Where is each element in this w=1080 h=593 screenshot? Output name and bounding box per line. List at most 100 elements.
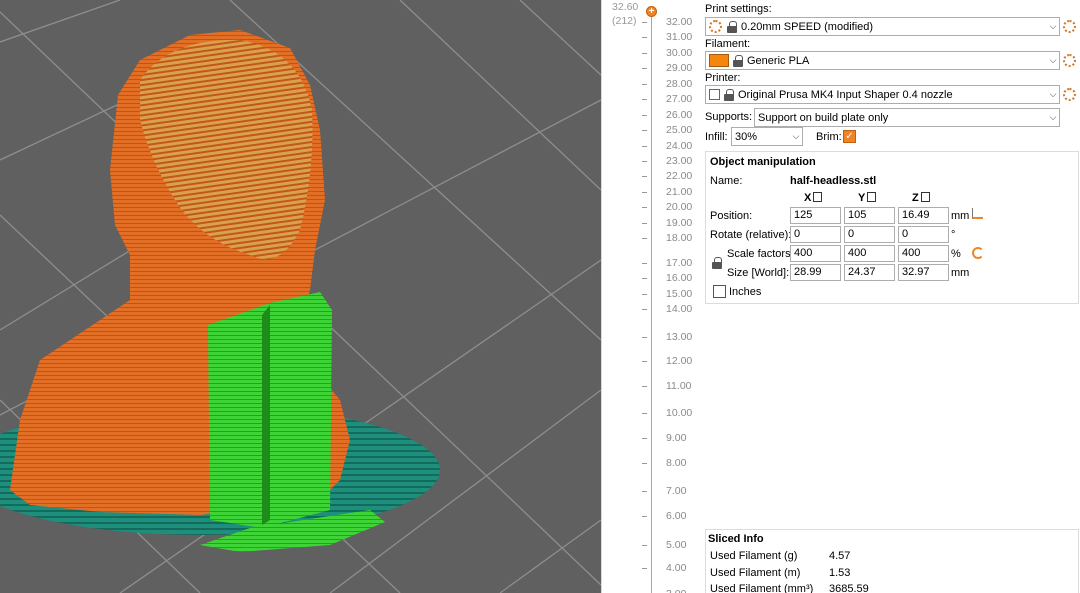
rotate-x-input[interactable]: 0 (790, 226, 841, 243)
slider-tick-mark (642, 130, 647, 131)
print-settings-select[interactable]: 0.20mm SPEED (modified) ⌵ (705, 17, 1060, 36)
print-settings-value: 0.20mm SPEED (modified) (741, 20, 874, 33)
slider-tick-label: 12.00 (666, 355, 693, 367)
slider-tick-label: 31.00 (666, 31, 693, 43)
slider-tick-label: 27.00 (666, 93, 693, 105)
slider-tick-mark (642, 568, 647, 569)
rotate-unit: ° (951, 229, 956, 241)
sidebar-panel: Print settings: 0.20mm SPEED (modified) … (698, 0, 1080, 593)
slider-tick-mark (642, 115, 647, 116)
position-x-input[interactable]: 125 (790, 207, 841, 224)
supports-select[interactable]: Support on build plate only ⌵ (754, 108, 1060, 127)
axis-x-header: X (804, 192, 823, 204)
printer-select[interactable]: Original Prusa MK4 Input Shaper 0.4 nozz… (705, 85, 1060, 104)
supports-label: Supports: (705, 111, 753, 123)
slider-tick-mark (642, 309, 647, 310)
slider-tick-label: 21.00 (666, 186, 693, 198)
slider-tick-mark (642, 263, 647, 264)
size-x-input[interactable]: 28.99 (790, 264, 841, 281)
sliced-row-value: 1.53 (829, 567, 851, 579)
slider-tick-label: 17.00 (666, 257, 693, 269)
slider-tick-mark (642, 545, 647, 546)
slider-tick-mark (642, 413, 647, 414)
rotate-z-input[interactable]: 0 (898, 226, 949, 243)
sliced-model-preview (0, 0, 601, 593)
filament-gear-icon[interactable] (1063, 54, 1076, 67)
supports-value: Support on build plate only (758, 111, 889, 124)
slider-tick-label: 23.00 (666, 155, 693, 167)
axis-x-icon (813, 192, 823, 202)
slider-tick-label: 15.00 (666, 288, 693, 300)
printer-gear-icon[interactable] (1063, 88, 1076, 101)
printer-value: Original Prusa MK4 Input Shaper 0.4 nozz… (738, 88, 953, 101)
slider-tick-label: 4.00 (666, 562, 687, 574)
sliced-row-value: 4.57 (829, 550, 851, 562)
slider-tick-label: 13.00 (666, 331, 693, 343)
lock-icon (733, 54, 743, 67)
object-name-value: half-headless.stl (790, 175, 877, 187)
scale-y-input[interactable]: 400 (844, 245, 895, 262)
slider-tick-mark (642, 294, 647, 295)
lock-icon (727, 20, 737, 33)
slider-tick-label: 26.00 (666, 109, 693, 121)
size-unit: mm (951, 267, 970, 279)
print-settings-label: Print settings: (705, 3, 772, 15)
position-label: Position: (710, 210, 753, 222)
slider-tick-label: 8.00 (666, 457, 687, 469)
slider-tick-mark (642, 176, 647, 177)
chevron-down-icon: ⌵ (792, 131, 800, 141)
scale-label: Scale factors: (727, 248, 794, 260)
printer-icon (709, 89, 720, 100)
slider-top-layer-number: (212) (612, 15, 637, 27)
slider-tick-label: 32.00 (666, 16, 693, 28)
infill-select[interactable]: 30% ⌵ (731, 127, 803, 146)
inches-checkbox[interactable] (713, 285, 726, 298)
slider-handle[interactable]: + (646, 6, 657, 17)
slider-tick-label: 16.00 (666, 272, 693, 284)
name-label: Name: (710, 175, 743, 187)
3d-viewport[interactable] (0, 0, 601, 593)
slider-tick-mark (642, 386, 647, 387)
printer-label: Printer: (705, 72, 741, 84)
scale-lock-icon[interactable] (712, 257, 722, 269)
scale-z-input[interactable]: 400 (898, 245, 949, 262)
scale-x-input[interactable]: 400 (790, 245, 841, 262)
filament-color-swatch[interactable] (709, 54, 729, 67)
brim-checkbox[interactable]: ✓ (843, 130, 856, 143)
slider-tick-label: 30.00 (666, 47, 693, 59)
reset-scale-icon[interactable] (972, 247, 984, 259)
filament-select[interactable]: Generic PLA ⌵ (705, 51, 1060, 70)
position-z-input[interactable]: 16.49 (898, 207, 949, 224)
position-y-input[interactable]: 105 (844, 207, 895, 224)
slider-tick-mark (642, 68, 647, 69)
infill-value: 30% (735, 130, 758, 143)
slider-tick-mark (642, 84, 647, 85)
slider-tick-label: 22.00 (666, 170, 693, 182)
print-settings-gear-icon[interactable] (1063, 20, 1076, 33)
axis-y-icon (867, 192, 877, 202)
layer-slider[interactable]: 32.60 (212) + 32.00 31.00 30.00 29.00 28.00 2… (601, 0, 698, 593)
size-y-input[interactable]: 24.37 (844, 264, 895, 281)
slider-tick-mark (642, 53, 647, 54)
slider-tick-mark (642, 278, 647, 279)
slider-tick-mark (642, 99, 647, 100)
settings-gear-icon (709, 20, 722, 33)
chevron-down-icon: ⌵ (1049, 21, 1057, 31)
slider-tick-label: 20.00 (666, 201, 693, 213)
inches-label: Inches (729, 286, 762, 298)
drop-to-bed-icon[interactable] (972, 208, 983, 219)
axis-y-label: Y (858, 192, 866, 204)
scale-unit: % (951, 248, 961, 260)
axis-z-label: Z (912, 192, 919, 204)
slider-top-height: 32.60 (612, 1, 639, 13)
slider-tick-label: 11.00 (666, 380, 692, 392)
rotate-label: Rotate (relative): (710, 229, 792, 241)
size-z-input[interactable]: 32.97 (898, 264, 949, 281)
slider-tick-mark (642, 146, 647, 147)
chevron-down-icon: ⌵ (1049, 112, 1057, 122)
slider-track[interactable] (651, 10, 652, 593)
rotate-y-input[interactable]: 0 (844, 226, 895, 243)
sliced-row-label: Used Filament (mm³) (710, 583, 814, 593)
slider-tick-mark (642, 161, 647, 162)
slider-tick-mark (642, 491, 647, 492)
